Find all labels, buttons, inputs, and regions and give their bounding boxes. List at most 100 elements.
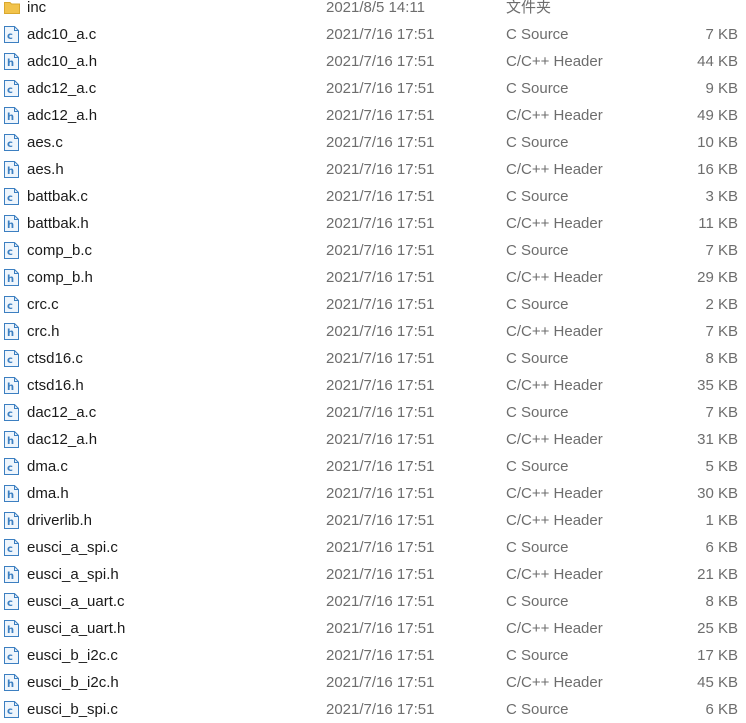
file-name: eusci_a_uart.c	[27, 593, 125, 610]
file-row[interactable]: h adc12_a.h 2021/7/16 17:51 C/C++ Header 49 …	[0, 102, 746, 129]
file-row[interactable]: h eusci_b_i2c.h 2021/7/16 17:51 C/C++ Heade…	[0, 669, 746, 696]
file-row[interactable]: c adc12_a.c 2021/7/16 17:51 C Source 9 KB	[0, 75, 746, 102]
file-row[interactable]: h eusci_a_spi.h 2021/7/16 17:51 C/C++ Heade…	[0, 561, 746, 588]
file-date: 2021/7/16 17:51	[326, 458, 435, 475]
file-size: 25 KB	[697, 620, 738, 637]
c-source-file-icon: c	[4, 539, 19, 556]
file-size: 5 KB	[705, 458, 738, 475]
svg-text:c: c	[7, 463, 13, 474]
svg-text:h: h	[7, 517, 14, 528]
file-row[interactable]: h dma.h 2021/7/16 17:51 C/C++ Header 30 KB	[0, 480, 746, 507]
file-type: C/C++ Header	[506, 323, 603, 340]
file-row[interactable]: c dac12_a.c 2021/7/16 17:51 C Source 7 KB	[0, 399, 746, 426]
header-file-icon: h	[4, 161, 19, 178]
svg-text:c: c	[7, 85, 13, 96]
file-date: 2021/7/16 17:51	[326, 188, 435, 205]
file-name: battbak.h	[27, 215, 89, 232]
file-name: dma.c	[27, 458, 68, 475]
file-row[interactable]: h adc10_a.h 2021/7/16 17:51 C/C++ Header 44 …	[0, 48, 746, 75]
header-file-icon: h	[4, 53, 19, 70]
svg-text:h: h	[7, 112, 14, 123]
folder-row[interactable]: inc 2021/8/5 14:11 文件夹	[0, 0, 746, 21]
file-name: driverlib.h	[27, 512, 93, 529]
svg-text:c: c	[7, 544, 13, 555]
file-type: 文件夹	[506, 0, 552, 16]
file-size: 49 KB	[697, 107, 738, 124]
file-type: C Source	[506, 242, 569, 259]
file-date: 2021/7/16 17:51	[326, 701, 435, 718]
file-row[interactable]: c ctsd16.c 2021/7/16 17:51 C Source 8 KB	[0, 345, 746, 372]
file-row[interactable]: c crc.c 2021/7/16 17:51 C Source 2 KB	[0, 291, 746, 318]
file-row[interactable]: c eusci_b_spi.c 2021/7/16 17:51 C Source 6 K…	[0, 696, 746, 723]
svg-text:h: h	[7, 382, 14, 393]
file-name: battbak.c	[27, 188, 88, 205]
svg-text:c: c	[7, 706, 13, 717]
file-size: 9 KB	[705, 80, 738, 97]
c-source-file-icon: c	[4, 701, 19, 718]
file-type: C/C++ Header	[506, 53, 603, 70]
file-size: 1 KB	[705, 512, 738, 529]
file-row[interactable]: c eusci_b_i2c.c 2021/7/16 17:51 C Source 17 …	[0, 642, 746, 669]
file-date: 2021/7/16 17:51	[326, 620, 435, 637]
file-name: eusci_b_i2c.h	[27, 674, 119, 691]
file-type: C Source	[506, 296, 569, 313]
file-name: crc.h	[27, 323, 60, 340]
file-row[interactable]: h battbak.h 2021/7/16 17:51 C/C++ Header 11 …	[0, 210, 746, 237]
header-file-icon: h	[4, 620, 19, 637]
file-row[interactable]: h driverlib.h 2021/7/16 17:51 C/C++ Header 1…	[0, 507, 746, 534]
file-size: 3 KB	[705, 188, 738, 205]
file-date: 2021/7/16 17:51	[326, 647, 435, 664]
header-file-icon: h	[4, 323, 19, 340]
svg-text:c: c	[7, 139, 13, 150]
file-size: 7 KB	[705, 404, 738, 421]
svg-text:h: h	[7, 166, 14, 177]
file-size: 6 KB	[705, 701, 738, 718]
file-date: 2021/7/16 17:51	[326, 80, 435, 97]
file-type: C/C++ Header	[506, 269, 603, 286]
file-row[interactable]: h eusci_a_uart.h 2021/7/16 17:51 C/C++ Head…	[0, 615, 746, 642]
file-size: 16 KB	[697, 161, 738, 178]
file-row[interactable]: h comp_b.h 2021/7/16 17:51 C/C++ Header 29 K…	[0, 264, 746, 291]
file-row[interactable]: c battbak.c 2021/7/16 17:51 C Source 3 KB	[0, 183, 746, 210]
file-name: adc10_a.c	[27, 26, 97, 43]
file-type: C Source	[506, 26, 569, 43]
svg-text:c: c	[7, 355, 13, 366]
file-size: 44 KB	[697, 53, 738, 70]
file-row[interactable]: h crc.h 2021/7/16 17:51 C/C++ Header 7 KB	[0, 318, 746, 345]
c-source-file-icon: c	[4, 26, 19, 43]
file-name: aes.c	[27, 134, 63, 151]
folder-icon	[4, 0, 20, 16]
svg-text:c: c	[7, 247, 13, 258]
file-name: adc12_a.h	[27, 107, 98, 124]
svg-text:h: h	[7, 571, 14, 582]
c-source-file-icon: c	[4, 296, 19, 313]
file-name: eusci_b_i2c.c	[27, 647, 118, 664]
file-type: C/C++ Header	[506, 485, 603, 502]
file-name: adc10_a.h	[27, 53, 98, 70]
file-size: 8 KB	[705, 593, 738, 610]
file-row[interactable]: c adc10_a.c 2021/7/16 17:51 C Source 7 KB	[0, 21, 746, 48]
file-row[interactable]: c eusci_a_spi.c 2021/7/16 17:51 C Source 6 K…	[0, 534, 746, 561]
file-name: ctsd16.c	[27, 350, 83, 367]
svg-text:c: c	[7, 598, 13, 609]
file-row[interactable]: c comp_b.c 2021/7/16 17:51 C Source 7 KB	[0, 237, 746, 264]
file-date: 2021/7/16 17:51	[326, 431, 435, 448]
file-size: 8 KB	[705, 350, 738, 367]
file-row[interactable]: c dma.c 2021/7/16 17:51 C Source 5 KB	[0, 453, 746, 480]
file-type: C Source	[506, 593, 569, 610]
header-file-icon: h	[4, 485, 19, 502]
file-row[interactable]: h dac12_a.h 2021/7/16 17:51 C/C++ Header 31 …	[0, 426, 746, 453]
file-row[interactable]: c eusci_a_uart.c 2021/7/16 17:51 C Source 8 …	[0, 588, 746, 615]
svg-text:c: c	[7, 409, 13, 420]
file-row[interactable]: c aes.c 2021/7/16 17:51 C Source 10 KB	[0, 129, 746, 156]
file-row[interactable]: h aes.h 2021/7/16 17:51 C/C++ Header 16 KB	[0, 156, 746, 183]
file-size: 21 KB	[697, 566, 738, 583]
file-row[interactable]: h ctsd16.h 2021/7/16 17:51 C/C++ Header 35 K…	[0, 372, 746, 399]
file-date: 2021/7/16 17:51	[326, 512, 435, 529]
c-source-file-icon: c	[4, 404, 19, 421]
file-name: comp_b.c	[27, 242, 93, 259]
file-name: adc12_a.c	[27, 80, 97, 97]
file-date: 2021/7/16 17:51	[326, 161, 435, 178]
file-name: dac12_a.c	[27, 404, 97, 421]
file-size: 17 KB	[697, 647, 738, 664]
